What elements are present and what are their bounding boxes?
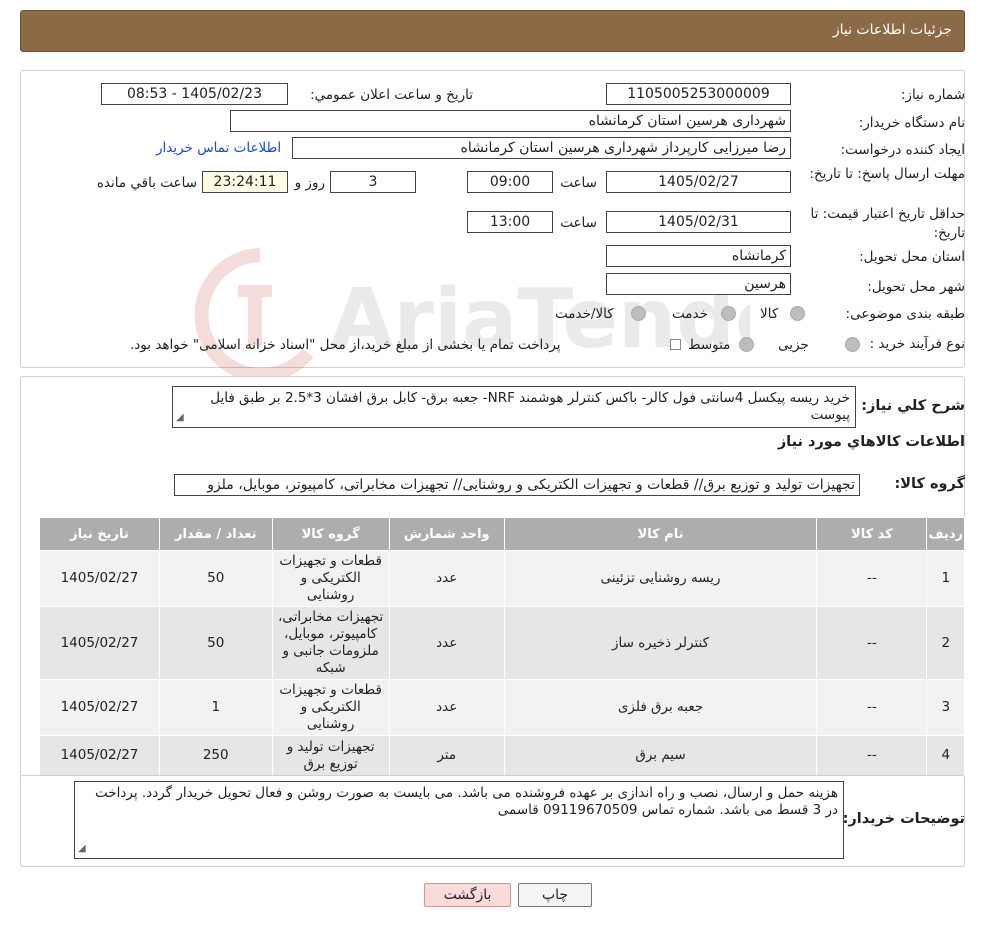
col-group-header: گروه کالا [271,517,390,551]
cell-unit: عدد [388,679,505,736]
category-goods-label: کالا [760,306,779,322]
price-validity-label: حداقل تاریخ اعتبار قیمت: تا تاریخ: [810,206,965,241]
remaining-time-label: ساعت باقي مانده [96,175,197,191]
buyer-org-field: شهرداری هرسین استان کرمانشاه [230,110,791,132]
deadline-time-label: ساعت [560,175,597,191]
process-medium-radio[interactable] [739,337,754,352]
goods-group-field: تجهیزات تولید و توزیع برق// قطعات و تجهی… [174,474,860,496]
deadline-date-field: 1405/02/27 [606,171,791,193]
table-row: 1 -- ریسه روشنایی تزئینی عدد قطعات و تجه… [39,550,965,607]
cell-code: -- [816,735,928,776]
buyer-notes-textarea: هزینه حمل و ارسال، نصب و راه اندازی بر ع… [74,781,844,859]
delivery-city-label: شهر محل تحویل: [867,279,965,295]
goods-table-header: رديف کد کالا نام کالا واحد شمارش گروه کا… [39,517,965,551]
summary-textarea: خرید ریسه پیکسل 4سانتی فول کالر- باکس کن… [172,386,856,428]
summary-text: خرید ریسه پیکسل 4سانتی فول کالر- باکس کن… [210,390,850,423]
announce-date-field: 1405/02/23 - 08:53 [101,83,288,105]
goods-info-heading: اطلاعات کالاهاي مورد نياز [777,434,965,450]
cell-row: 1 [926,550,965,607]
cell-qty: 250 [158,735,273,776]
purchase-process-label: نوع فرآیند خرید : [869,336,965,352]
cell-group: تجهیزات مخابراتی، کامپیوتر، موبایل، ملزو… [271,606,390,680]
table-row: 4 -- سیم برق متر تجهیزات تولید و توزیع ب… [39,735,965,776]
cell-row: 4 [926,735,965,776]
cell-name: جعبه برق فلزی [503,679,818,736]
category-goods-service-radio[interactable] [631,306,646,321]
cell-code: -- [816,550,928,607]
need-number-field: 1105005253000009 [606,83,791,105]
delivery-province-field: کرمانشاه [606,245,791,267]
validity-time-field: 13:00 [467,211,553,233]
resize-grip-icon: ◢ [78,843,86,854]
cell-qty: 50 [158,550,273,607]
goods-group-label: گروه کالا: [894,476,965,492]
cell-qty: 1 [158,679,273,736]
category-service-label: خدمت [672,306,708,322]
cell-row: 2 [926,606,965,680]
print-button[interactable]: چاپ [518,883,592,907]
cell-date: 1405/02/27 [39,550,160,607]
page-header: جزئیات اطلاعات نیاز [20,10,965,52]
page-title: جزئیات اطلاعات نیاز [832,22,952,38]
col-qty-header: تعداد / مقدار [158,517,273,551]
need-number-label: شماره نیاز: [900,87,965,103]
category-goods-service-label: کالا/خدمت [555,306,614,322]
treasury-payment-note: پرداخت تمام یا بخشی از مبلغ خرید،از محل … [130,337,561,353]
cell-name: سیم برق [503,735,818,776]
delivery-city-field: هرسین [606,273,791,295]
cell-unit: متر [388,735,505,776]
cell-code: -- [816,679,928,736]
deadline-label: مهلت ارسال پاسخ: تا تاریخ: [809,166,965,182]
cell-group: تجهیزات تولید و توزیع برق [271,735,390,776]
creator-label: ايجاد كننده درخواست: [840,142,965,158]
col-unit-header: واحد شمارش [388,517,505,551]
table-row: 3 -- جعبه برق فلزی عدد قطعات و تجهیزات ا… [39,679,965,736]
table-row: 2 -- کنترلر ذخیره ساز عدد تجهیزات مخابرا… [39,606,965,680]
cell-unit: عدد [388,606,505,680]
cell-name: ریسه روشنایی تزئینی [503,550,818,607]
treasury-payment-checkbox[interactable] [670,339,681,350]
days-label: روز و [294,175,325,191]
buyer-notes-label: توضيحات خريدار: [842,811,965,827]
validity-time-label: ساعت [560,215,597,231]
cell-group: قطعات و تجهیزات الکتریکی و روشنایی [271,679,390,736]
cell-row: 3 [926,679,965,736]
cell-date: 1405/02/27 [39,679,160,736]
cell-qty: 50 [158,606,273,680]
cell-name: کنترلر ذخیره ساز [503,606,818,680]
col-name-header: نام کالا [503,517,818,551]
creator-field: رضا میرزایی کارپرداز شهرداری هرسین استان… [292,137,791,159]
resize-grip-icon: ◢ [176,412,184,423]
delivery-province-label: استان محل تحویل: [859,249,965,265]
cell-code: -- [816,606,928,680]
summary-label: شرح کلي نياز: [861,398,965,414]
col-row-header: رديف [926,517,965,551]
col-date-header: تاریخ نیاز [39,517,160,551]
cell-date: 1405/02/27 [39,735,160,776]
goods-table: رديف کد کالا نام کالا واحد شمارش گروه کا… [39,517,965,776]
process-minor-label: جزیی [778,337,809,353]
validity-date-field: 1405/02/31 [606,211,791,233]
process-minor-radio[interactable] [845,337,860,352]
buyer-notes-text: هزینه حمل و ارسال، نصب و راه اندازی بر ع… [95,785,838,818]
cell-unit: عدد [388,550,505,607]
col-code-header: کد کالا [816,517,928,551]
cell-group: قطعات و تجهیزات الکتریکی و روشنایی [271,550,390,607]
deadline-time-field: 09:00 [467,171,553,193]
buyer-contact-link[interactable]: اطلاعات تماس خریدار [156,140,281,156]
remaining-days-field: 3 [330,171,416,193]
cell-date: 1405/02/27 [39,606,160,680]
category-service-radio[interactable] [721,306,736,321]
process-medium-label: متوسط [688,337,731,353]
announce-date-label: تاریخ و ساعت اعلان عمومي: [310,87,473,103]
subject-category-label: طبقه بندی موضوعی: [845,306,965,322]
goods-table-container: رديف کد کالا نام کالا واحد شمارش گروه کا… [39,517,965,776]
category-goods-radio[interactable] [790,306,805,321]
remaining-time-field: 23:24:11 [202,171,288,193]
back-button[interactable]: بازگشت [424,883,511,907]
buyer-org-label: نام دستگاه خريدار: [858,115,965,131]
